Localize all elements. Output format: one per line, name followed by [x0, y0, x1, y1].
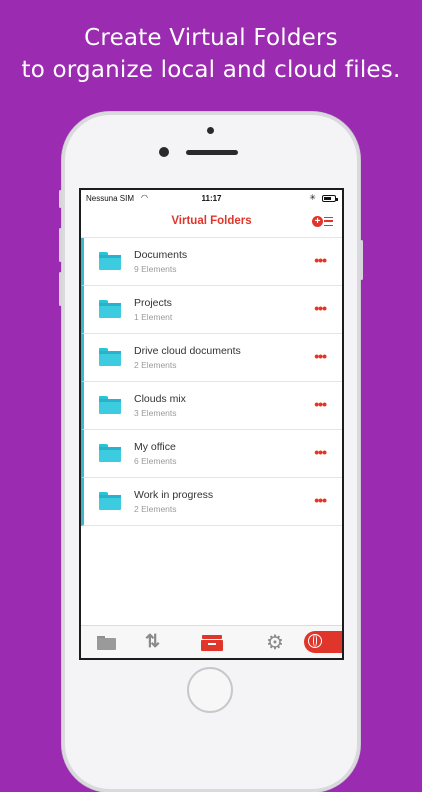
gear-icon: ⚙ — [266, 632, 284, 654]
folder-name: Clouds mix — [134, 393, 186, 405]
globe-icon — [308, 634, 322, 648]
battery-icon — [322, 195, 338, 202]
folder-icon — [99, 252, 121, 270]
status-time: 11:17 — [201, 194, 222, 203]
folder-name: Work in progress — [134, 489, 214, 501]
mute-switch — [59, 190, 62, 208]
folder-count: 6 Elements — [134, 456, 177, 466]
more-options-button[interactable]: ••• — [314, 252, 327, 268]
folder-count: 3 Elements — [134, 408, 177, 418]
tab-web[interactable] — [304, 631, 342, 653]
headline-line-1: Create Virtual Folders — [84, 25, 338, 51]
volume-up-button — [59, 228, 62, 262]
folder-name: Drive cloud documents — [134, 345, 241, 357]
app-screen: Nessuna SIM ◠ 11:17 ✳ Virtual Folders + … — [79, 188, 344, 660]
list-lines-icon — [324, 217, 333, 226]
power-button — [360, 240, 363, 280]
proximity-sensor — [207, 127, 214, 134]
more-options-button[interactable]: ••• — [314, 444, 327, 460]
folder-row[interactable]: Drive cloud documents 2 Elements ••• — [81, 334, 342, 382]
add-folder-button[interactable]: + — [312, 215, 334, 229]
volume-down-button — [59, 272, 62, 306]
earpiece-speaker — [186, 150, 238, 155]
add-folder-icon: + — [312, 216, 323, 227]
folder-row[interactable]: Clouds mix 3 Elements ••• — [81, 382, 342, 430]
folder-name: Projects — [134, 297, 172, 309]
tab-bar: ⇅ ⚙ — [81, 625, 342, 658]
folder-count: 9 Elements — [134, 264, 177, 274]
folder-row[interactable]: Documents 9 Elements ••• — [81, 238, 342, 286]
home-button[interactable] — [187, 667, 233, 713]
folder-icon — [99, 492, 121, 510]
front-camera — [159, 147, 169, 157]
folder-row[interactable]: My office 6 Elements ••• — [81, 430, 342, 478]
battery-fill — [324, 197, 331, 200]
folder-count: 2 Elements — [134, 504, 177, 514]
folder-icon — [99, 396, 121, 414]
folder-count: 2 Elements — [134, 360, 177, 370]
promo-headline: Create Virtual Folders to organize local… — [0, 22, 422, 86]
more-options-button[interactable]: ••• — [314, 300, 327, 316]
navigation-bar: Virtual Folders + — [81, 208, 342, 238]
headline-line-2: to organize local and cloud files. — [21, 57, 401, 83]
folder-icon — [99, 348, 121, 366]
tab-settings[interactable]: ⚙ — [266, 630, 284, 658]
folder-count: 1 Element — [134, 312, 173, 322]
folder-list: Documents 9 Elements ••• Projects 1 Elem… — [81, 238, 342, 526]
transfer-icon: ⇅ — [145, 631, 161, 651]
more-options-button[interactable]: ••• — [314, 492, 327, 508]
more-options-button[interactable]: ••• — [314, 348, 327, 364]
bluetooth-icon: ✳ — [309, 193, 316, 202]
folder-row[interactable]: Work in progress 2 Elements ••• — [81, 478, 342, 526]
tab-folders[interactable] — [97, 636, 119, 650]
folder-icon — [99, 444, 121, 462]
more-options-button[interactable]: ••• — [314, 396, 327, 412]
folder-row[interactable]: Projects 1 Element ••• — [81, 286, 342, 334]
folder-name: My office — [134, 441, 176, 453]
tab-inbox[interactable] — [201, 635, 223, 651]
page-title: Virtual Folders — [171, 215, 252, 227]
folder-name: Documents — [134, 249, 188, 261]
status-bar: Nessuna SIM ◠ 11:17 ✳ — [81, 190, 342, 208]
tab-transfers[interactable]: ⇅ — [145, 631, 161, 658]
inbox-icon — [202, 635, 222, 639]
folder-icon — [99, 300, 121, 318]
